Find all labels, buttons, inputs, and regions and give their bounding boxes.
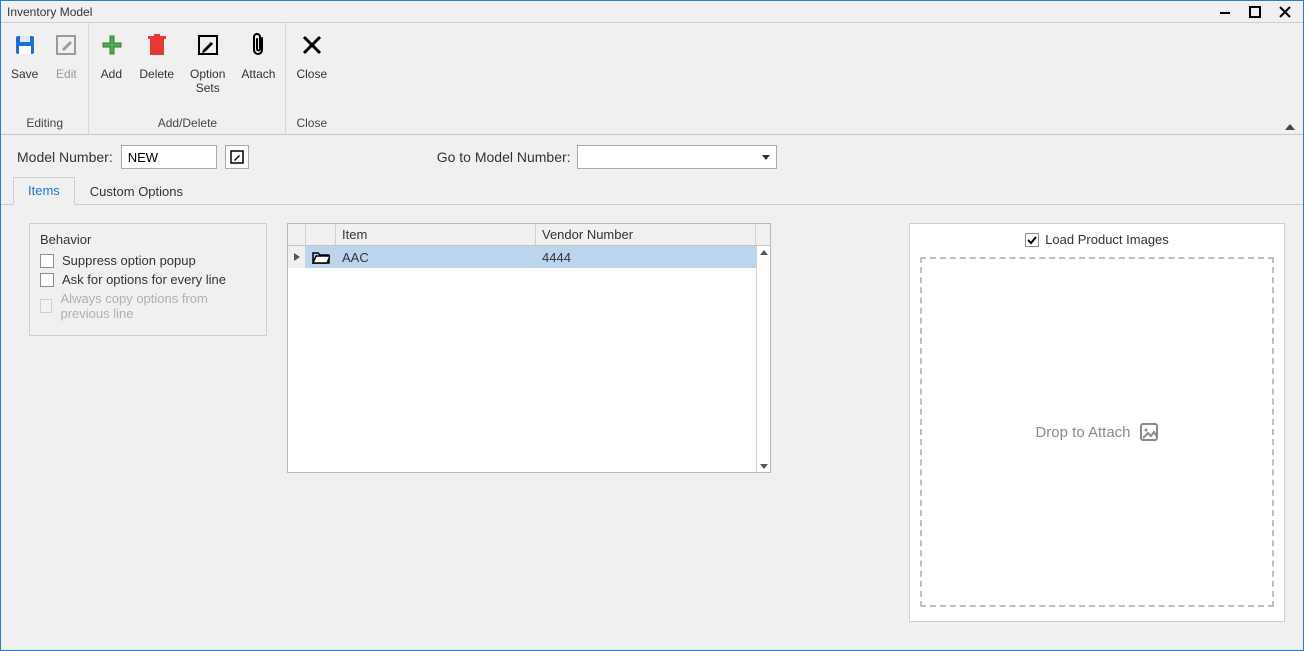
add-button[interactable]: Add [91, 27, 131, 112]
save-icon [13, 33, 37, 57]
ask-every-line-checkbox[interactable]: Ask for options for every line [40, 272, 256, 287]
goto-label: Go to Model Number: [437, 149, 571, 165]
triangle-down-icon [760, 464, 768, 469]
scroll-up-button[interactable] [757, 246, 770, 258]
window-controls [1219, 6, 1297, 18]
save-label: Save [11, 67, 38, 81]
tab-items[interactable]: Items [13, 177, 75, 205]
pencil-icon [230, 150, 244, 164]
copyprev-label: Always copy options from previous line [60, 291, 256, 321]
copy-previous-checkbox: Always copy options from previous line [40, 291, 256, 321]
grid-vertical-scrollbar[interactable] [756, 246, 770, 472]
close-label: Close [296, 67, 327, 81]
load-images-checkbox[interactable] [1025, 233, 1039, 247]
ribbon-group-editing-label: Editing [3, 112, 86, 132]
ribbon-group-editing: Save Edit Editing [1, 23, 89, 134]
askevery-label: Ask for options for every line [62, 272, 226, 287]
tab-custom-options[interactable]: Custom Options [75, 178, 198, 205]
grid-header-rowselector [288, 224, 306, 245]
ribbon-group-close: Close Close [286, 23, 337, 134]
close-icon [300, 33, 324, 57]
suppress-label: Suppress option popup [62, 253, 196, 268]
ribbon-group-adddelete-label: Add/Delete [91, 112, 283, 132]
attach-button[interactable]: Attach [233, 27, 283, 112]
grid-empty-area [288, 268, 756, 468]
pencil-square-icon [196, 33, 220, 57]
items-grid: Item Vendor Number AAC 4444 [287, 223, 771, 473]
trash-icon [145, 33, 169, 57]
model-number-label: Model Number: [17, 149, 113, 165]
grid-header-iconcol [306, 224, 336, 245]
ribbon-group-adddelete: Add Delete Option Sets [89, 23, 286, 134]
plus-icon [99, 33, 123, 57]
attach-label: Attach [241, 67, 275, 81]
load-images-label: Load Product Images [1045, 232, 1169, 247]
row-folder-cell[interactable] [306, 246, 336, 268]
product-image-panel: Load Product Images Drop to Attach [909, 223, 1285, 622]
tab-items-label: Items [28, 183, 60, 198]
titlebar: Inventory Model [1, 1, 1303, 23]
chevron-down-icon [762, 155, 770, 160]
model-bar: Model Number: Go to Model Number: [1, 135, 1303, 177]
close-button[interactable]: Close [288, 27, 335, 112]
option-sets-label: Option Sets [190, 67, 225, 95]
window-title: Inventory Model [7, 5, 92, 19]
edit-icon [54, 33, 78, 57]
grid-header: Item Vendor Number [288, 224, 770, 246]
maximize-button[interactable] [1249, 6, 1267, 18]
model-number-edit-button[interactable] [225, 145, 249, 169]
tabstrip: Items Custom Options [1, 177, 1303, 205]
grid-rows: AAC 4444 [288, 246, 756, 472]
goto-model-combo[interactable] [577, 145, 777, 169]
ribbon-group-close-label: Close [288, 112, 335, 132]
folder-open-icon [312, 250, 330, 264]
image-dropzone[interactable]: Drop to Attach [920, 257, 1274, 607]
behavior-panel: Behavior Suppress option popup Ask for o… [29, 223, 267, 336]
content-area: Behavior Suppress option popup Ask for o… [1, 205, 1303, 650]
row-item-cell[interactable]: AAC [336, 246, 536, 268]
edit-label: Edit [56, 67, 77, 81]
close-window-button[interactable] [1279, 6, 1297, 18]
window-root: Inventory Model Save [0, 0, 1304, 651]
suppress-option-popup-checkbox[interactable]: Suppress option popup [40, 253, 256, 268]
delete-button[interactable]: Delete [131, 27, 182, 112]
checkbox-icon [40, 299, 52, 313]
grid-header-vendor[interactable]: Vendor Number [536, 224, 756, 245]
scroll-down-button[interactable] [757, 460, 770, 472]
save-button[interactable]: Save [3, 27, 46, 112]
image-icon [1139, 422, 1159, 442]
row-indicator [288, 246, 306, 268]
ribbon: Save Edit Editing Add [1, 23, 1303, 135]
behavior-title: Behavior [40, 232, 256, 247]
checkbox-icon [40, 254, 54, 268]
tab-custom-label: Custom Options [90, 184, 183, 199]
edit-button: Edit [46, 27, 86, 112]
row-vendor-cell[interactable]: 4444 [536, 246, 756, 268]
row-pointer-icon [293, 252, 301, 262]
model-number-input[interactable] [121, 145, 217, 169]
triangle-up-icon [760, 250, 768, 255]
delete-label: Delete [139, 67, 174, 81]
ribbon-collapse-toggle[interactable] [1285, 124, 1295, 130]
dropzone-text: Drop to Attach [1035, 424, 1130, 441]
grid-header-item[interactable]: Item [336, 224, 536, 245]
scroll-track[interactable] [757, 258, 770, 460]
add-label: Add [101, 67, 122, 81]
paperclip-icon [246, 33, 270, 57]
option-sets-button[interactable]: Option Sets [182, 27, 233, 112]
grid-row[interactable]: AAC 4444 [288, 246, 756, 268]
grid-header-scrollspace [756, 224, 770, 245]
checkbox-icon [40, 273, 54, 287]
minimize-button[interactable] [1219, 6, 1237, 18]
